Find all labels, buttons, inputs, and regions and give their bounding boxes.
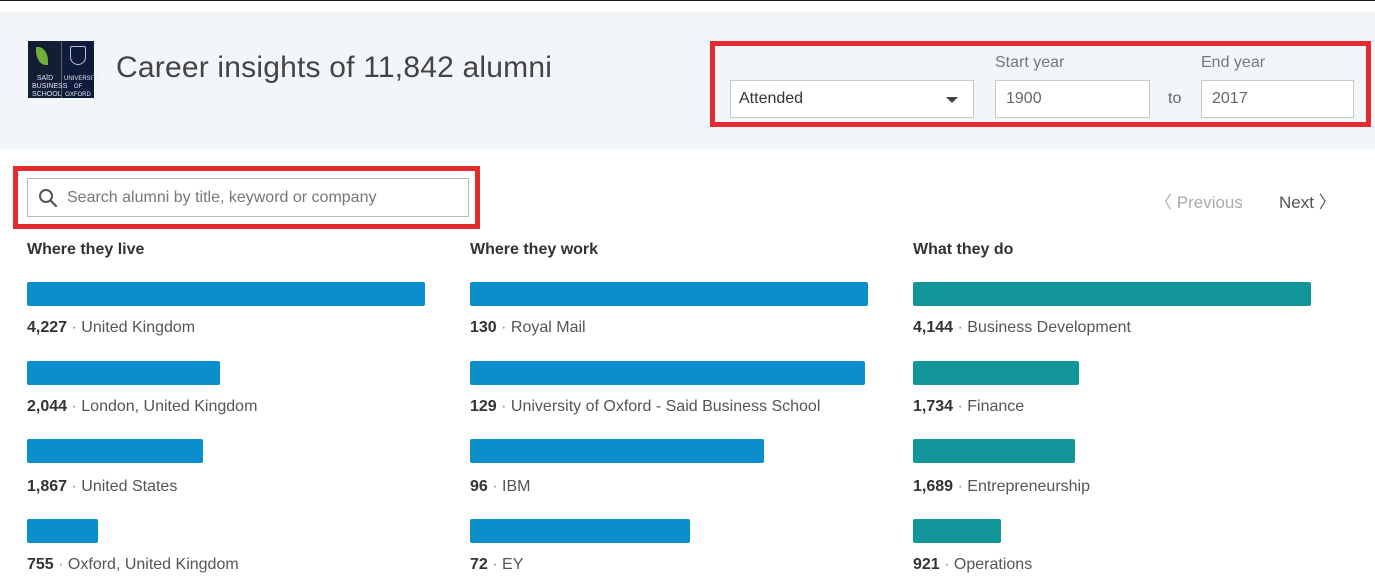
row-label: London, United Kingdom xyxy=(81,398,258,415)
crest-icon xyxy=(70,46,86,65)
chevron-right-icon: 〉 xyxy=(1313,193,1336,212)
search-icon xyxy=(39,189,58,208)
row-separator: · xyxy=(939,556,954,573)
do-bar-2[interactable] xyxy=(913,361,1079,385)
do-bar-4[interactable] xyxy=(913,519,1001,543)
work-bar-2[interactable] xyxy=(470,361,865,385)
row-separator: · xyxy=(67,319,82,336)
live-bar-3[interactable] xyxy=(27,439,203,463)
live-row-1: 4,227 · United Kingdom xyxy=(27,319,195,337)
row-separator: · xyxy=(953,398,968,415)
work-row-1: 130 · Royal Mail xyxy=(470,319,586,337)
previous-label: Previous xyxy=(1176,193,1243,212)
work-bar-3[interactable] xyxy=(470,439,764,463)
column-title-live: Where they live xyxy=(27,241,145,258)
chevron-left-icon: 〈 xyxy=(1155,193,1177,212)
row-count: 4,144 xyxy=(913,319,954,336)
page-title: Career insights of 11,842 alumni xyxy=(116,51,553,84)
column-title-do: What they do xyxy=(913,241,1014,258)
do-row-4: 921 · Operations xyxy=(913,556,1032,574)
do-bar-3[interactable] xyxy=(913,439,1075,463)
top-border xyxy=(0,0,1375,1)
row-label: United States xyxy=(81,478,178,495)
work-bar-4[interactable] xyxy=(470,519,690,543)
row-separator: · xyxy=(67,398,82,415)
row-count: 2,044 xyxy=(27,398,68,415)
row-separator: · xyxy=(496,398,511,415)
row-label: Royal Mail xyxy=(510,319,586,336)
row-separator: · xyxy=(487,556,503,573)
start-year-label: Start year xyxy=(995,54,1065,71)
row-separator: · xyxy=(67,478,82,495)
end-year-label: End year xyxy=(1201,54,1266,71)
row-count: 1,734 xyxy=(913,398,954,415)
row-label: United Kingdom xyxy=(81,319,196,336)
row-separator: · xyxy=(53,556,68,573)
school-logo: SAÏD BUSINESS SCHOOL UNIVERSITY OF OXFOR… xyxy=(28,41,101,98)
row-count: 129 xyxy=(470,398,497,415)
attendance-select-value: Attended xyxy=(739,90,804,107)
logo-left-text: SAÏD BUSINESS SCHOOL xyxy=(32,75,68,98)
year-range-separator: to xyxy=(1168,90,1182,107)
row-separator: · xyxy=(953,478,968,495)
do-row-2: 1,734 · Finance xyxy=(913,398,1024,416)
live-row-2: 2,044 · London, United Kingdom xyxy=(27,398,257,416)
logo-right-text: UNIVERSITY OF OXFORD xyxy=(64,76,101,98)
search-input[interactable]: Search alumni by title, keyword or compa… xyxy=(27,178,469,217)
live-bar-4[interactable] xyxy=(27,519,98,543)
work-row-2: 129 · University of Oxford - Said Busine… xyxy=(470,398,820,416)
next-button[interactable]: Next 〉 xyxy=(1279,188,1336,213)
row-count: 72 xyxy=(470,556,488,573)
row-label: IBM xyxy=(502,478,531,495)
row-count: 4,227 xyxy=(27,319,68,336)
work-bar-1[interactable] xyxy=(470,282,868,306)
row-count: 130 xyxy=(470,319,497,336)
work-row-3: 96 · IBM xyxy=(470,478,530,496)
row-label: Finance xyxy=(967,398,1025,415)
row-label: Entrepreneurship xyxy=(967,478,1091,495)
row-count: 755 xyxy=(27,556,54,573)
row-separator: · xyxy=(487,478,503,495)
caret-down-icon xyxy=(946,97,958,103)
row-label: EY xyxy=(502,556,524,573)
previous-button[interactable]: 〈 Previous xyxy=(1155,188,1243,213)
row-label: Oxford, United Kingdom xyxy=(67,556,239,573)
row-count: 921 xyxy=(913,556,940,573)
attendance-select[interactable]: Attended xyxy=(730,80,974,118)
row-label: Operations xyxy=(953,556,1033,573)
live-bar-2[interactable] xyxy=(27,361,220,385)
live-row-3: 1,867 · United States xyxy=(27,478,177,496)
row-count: 1,689 xyxy=(913,478,954,495)
do-bar-1[interactable] xyxy=(913,282,1311,306)
row-label: University of Oxford - Said Business Sch… xyxy=(510,398,821,415)
row-label: Business Development xyxy=(967,319,1131,336)
start-year-input[interactable]: 1900 xyxy=(995,80,1150,118)
end-year-input[interactable]: 2017 xyxy=(1201,80,1354,118)
live-row-4: 755 · Oxford, United Kingdom xyxy=(27,556,239,574)
row-separator: · xyxy=(496,319,511,336)
live-bar-1[interactable] xyxy=(27,282,425,306)
work-row-4: 72 · EY xyxy=(470,556,523,574)
search-placeholder: Search alumni by title, keyword or compa… xyxy=(67,189,377,206)
next-label: Next xyxy=(1279,193,1314,212)
do-row-1: 4,144 · Business Development xyxy=(913,319,1131,337)
column-title-work: Where they work xyxy=(470,241,599,258)
row-count: 1,867 xyxy=(27,478,68,495)
do-row-3: 1,689 · Entrepreneurship xyxy=(913,478,1090,496)
row-separator: · xyxy=(953,319,968,336)
row-count: 96 xyxy=(470,478,488,495)
